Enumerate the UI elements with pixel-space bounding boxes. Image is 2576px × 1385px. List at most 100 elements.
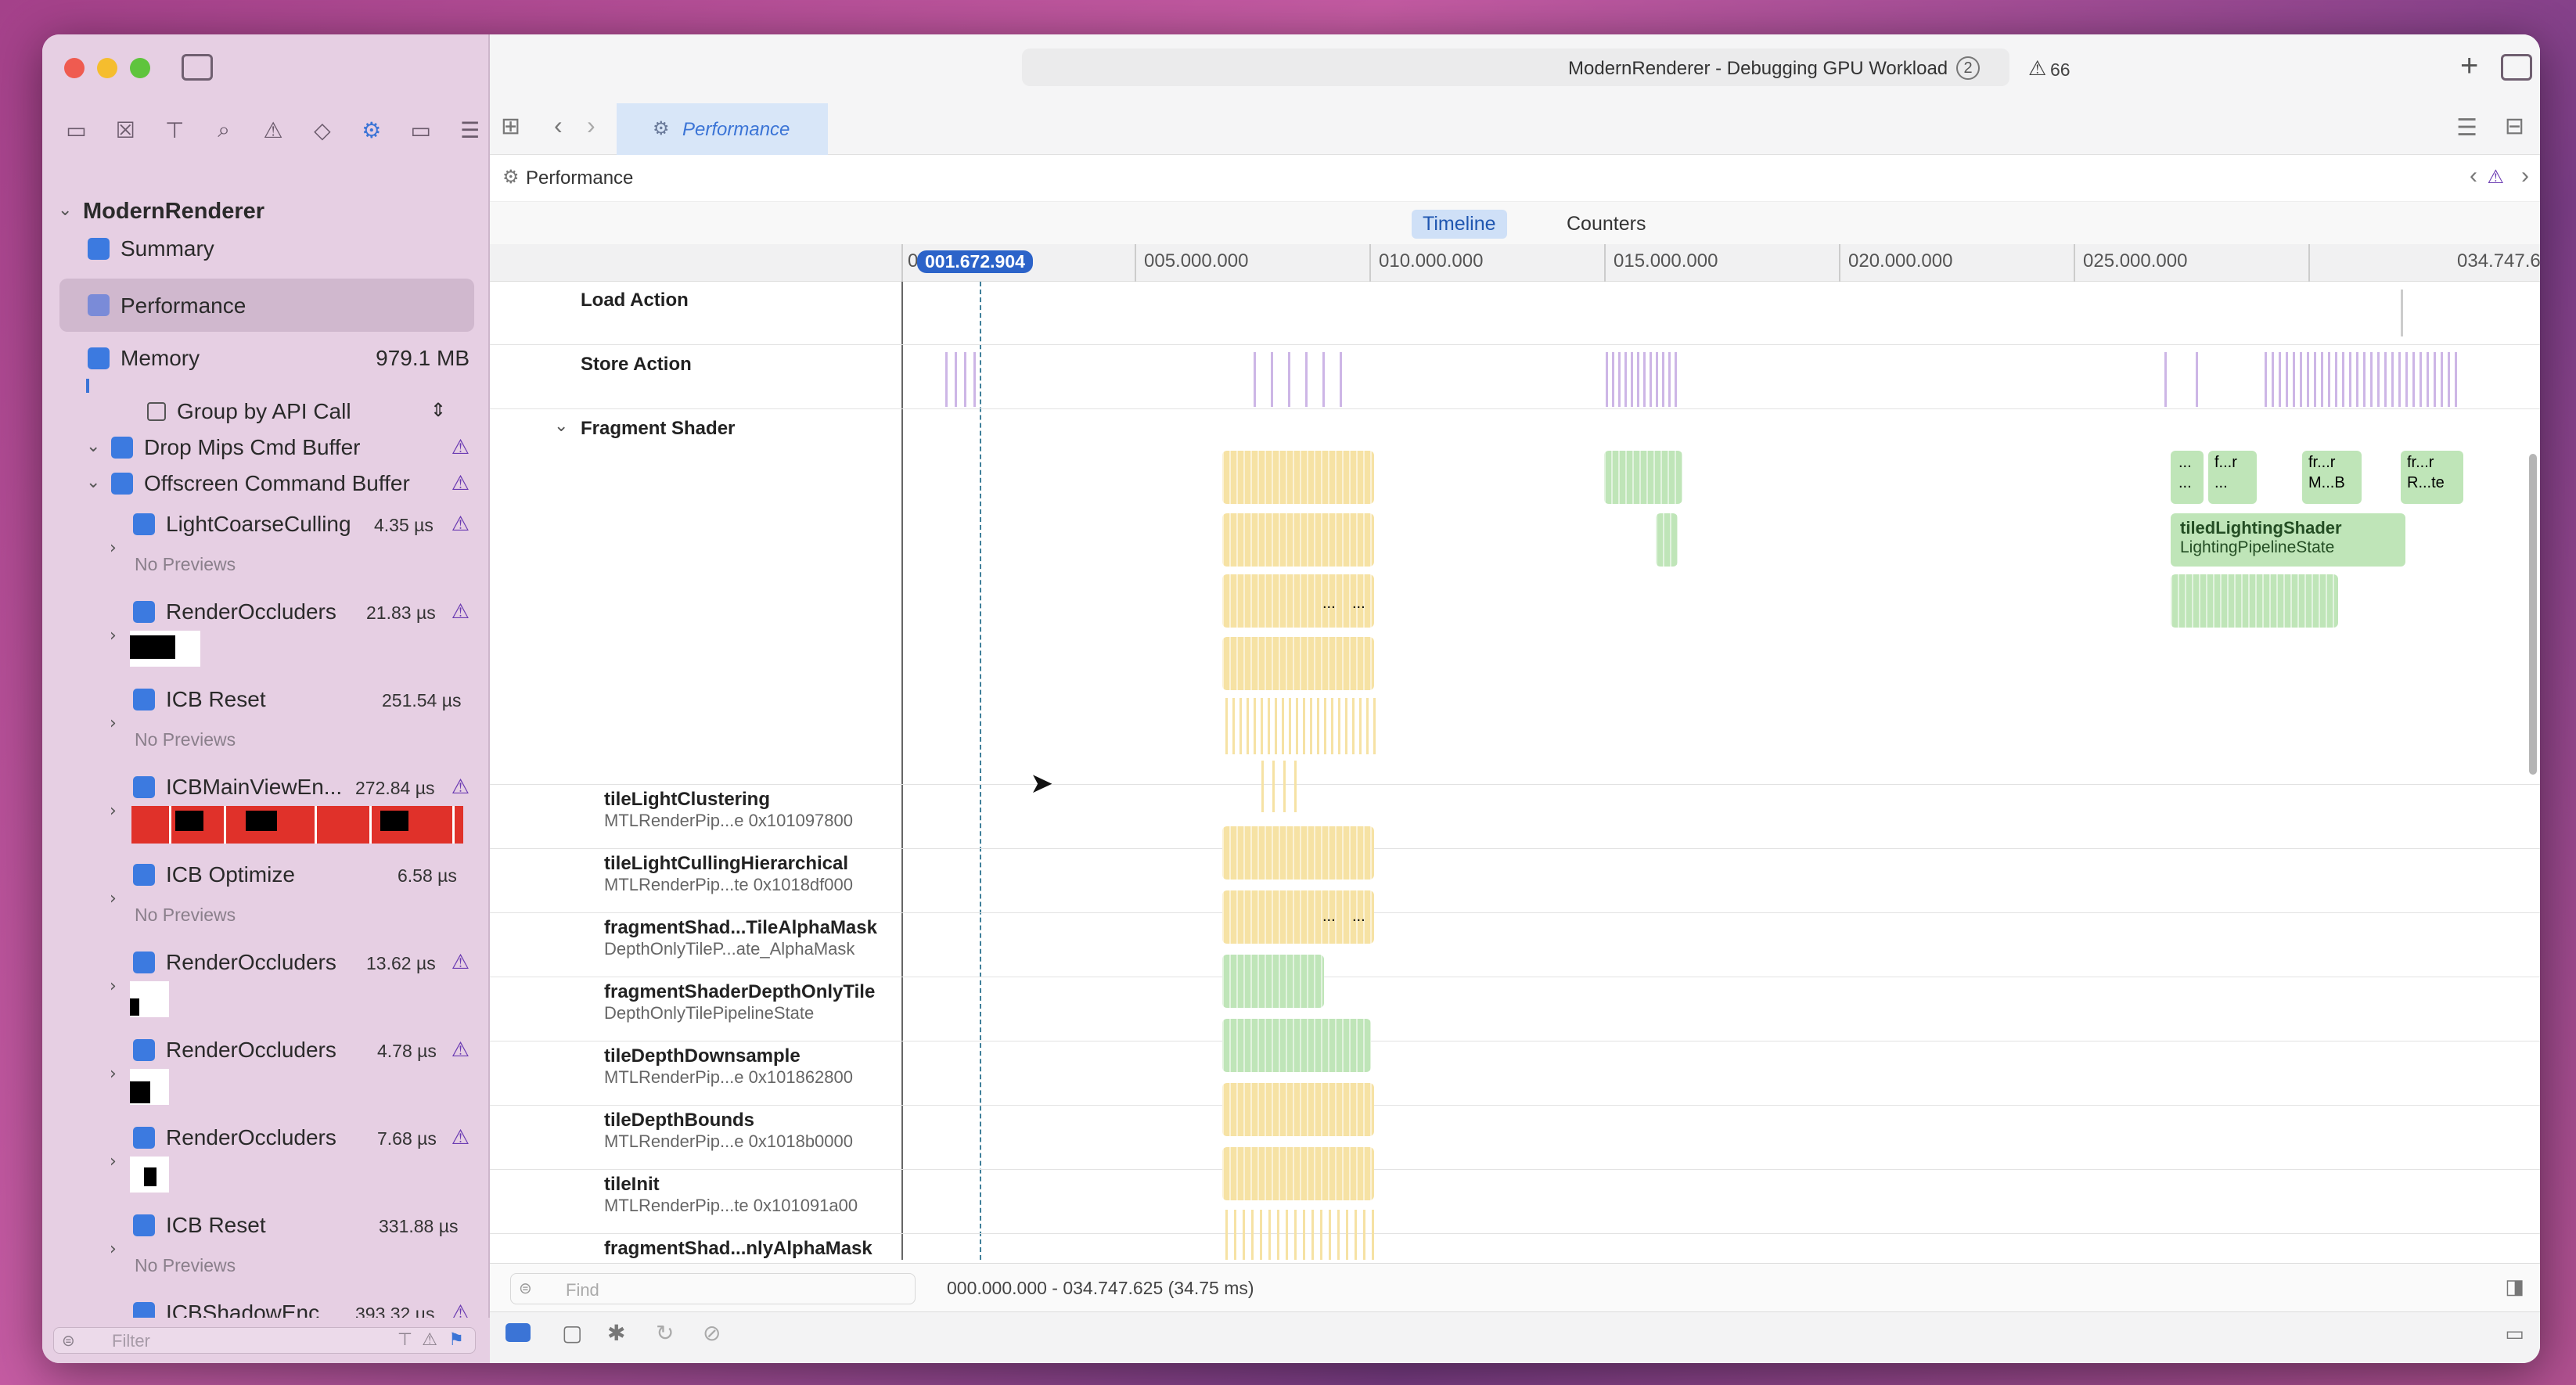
gpu-work-bar[interactable] — [1277, 1210, 1279, 1260]
gpu-work-bar[interactable] — [2349, 352, 2351, 407]
gpu-work-bar[interactable] — [945, 352, 948, 407]
gpu-work-bar[interactable] — [2427, 352, 2429, 407]
chevron-right-icon[interactable]: › — [110, 538, 117, 558]
chevron-right-icon[interactable]: › — [110, 1239, 117, 1259]
find-field[interactable]: ⊜ Find — [510, 1273, 916, 1304]
chevron-right-icon[interactable]: › — [110, 977, 117, 996]
chevron-right-icon[interactable]: › — [110, 714, 117, 733]
gpu-work-bar[interactable] — [1268, 698, 1270, 754]
gpu-work-bar[interactable] — [2342, 352, 2344, 407]
gpu-work-bar[interactable] — [2401, 290, 2403, 336]
playhead-line[interactable] — [980, 282, 981, 1260]
list-item[interactable]: ICB Reset 331.88 µs › No Previews — [42, 1213, 490, 1297]
gpu-work-bar[interactable] — [1222, 1083, 1374, 1136]
gpu-work-bar[interactable] — [1618, 352, 1621, 407]
gpu-work-bar[interactable] — [1303, 1210, 1305, 1260]
gpu-work-bar[interactable] — [2455, 352, 2457, 407]
gpu-work-bar[interactable] — [1271, 352, 1273, 407]
gpu-work-bar[interactable] — [1363, 1210, 1365, 1260]
encoder-chip[interactable]: fr...r M...B — [2302, 451, 2362, 504]
search-icon[interactable]: ⌕ — [204, 117, 244, 143]
minimize-window-button[interactable] — [97, 58, 117, 78]
chevron-down-icon[interactable]: ⌄ — [86, 437, 100, 456]
gpu-work-bar[interactable] — [1656, 352, 1658, 407]
zoom-window-button[interactable] — [130, 58, 150, 78]
gpu-work-bar[interactable] — [1294, 1210, 1297, 1260]
gpu-work-bar[interactable] — [1254, 352, 1256, 407]
gpu-work-bar[interactable] — [1606, 352, 1608, 407]
encoder-chip[interactable]: f...r ... — [2208, 451, 2257, 504]
bug-icon[interactable]: ✱ — [607, 1320, 625, 1346]
chevron-right-icon[interactable]: › — [110, 1064, 117, 1084]
gpu-work-bar[interactable] — [1355, 1210, 1357, 1260]
breakpoint-icon[interactable]: ▭ — [401, 117, 441, 143]
gpu-work-bar[interactable] — [1624, 352, 1627, 407]
encoder-chip[interactable]: fr...r R...te — [2401, 451, 2463, 504]
gpu-work-bar[interactable] — [1656, 513, 1678, 567]
list-item[interactable]: RenderOccluders 4.78 µs ⚠ › — [42, 1038, 490, 1122]
list-item[interactable]: ICB Optimize 6.58 µs › No Previews — [42, 862, 490, 947]
gpu-work-bar[interactable] — [1261, 698, 1263, 754]
gpu-work-bar[interactable] — [2441, 352, 2443, 407]
gpu-work-bar[interactable] — [1359, 698, 1362, 754]
timeline-segment[interactable]: Timeline — [1412, 210, 1507, 239]
gpu-work-bar[interactable] — [1222, 451, 1374, 504]
back-icon[interactable]: ‹ — [554, 111, 563, 140]
gpu-work-bar[interactable] — [2279, 352, 2281, 407]
timeline-tracks[interactable]: Load Action Store Action ⌄ Fragment Shad… — [490, 282, 2540, 1260]
gpu-work-bar[interactable] — [1243, 1210, 1245, 1260]
gpu-work-bar[interactable] — [1604, 451, 1682, 504]
flag-filter-icon[interactable]: ⚑ — [448, 1329, 464, 1350]
chevron-right-icon[interactable]: › — [110, 626, 117, 646]
gpu-work-bar[interactable] — [1251, 1210, 1254, 1260]
gpu-work-bar[interactable] — [1637, 352, 1639, 407]
gpu-work-bar[interactable] — [1268, 1210, 1271, 1260]
gpu-work-bar[interactable] — [1296, 698, 1298, 754]
gpu-work-bar[interactable] — [2307, 352, 2309, 407]
stop-icon[interactable]: ▢ — [562, 1320, 582, 1346]
filter-field[interactable]: ⊜ Filter ⊤ ⚠ ⚑ — [53, 1327, 476, 1354]
gpu-work-bar[interactable] — [2412, 352, 2415, 407]
warning-icon[interactable]: ⚠ — [254, 117, 293, 143]
breadcrumb[interactable]: Performance — [526, 167, 633, 189]
gpu-work-bar[interactable] — [1286, 1210, 1288, 1260]
drop-mips-row[interactable]: ⌄ Drop Mips Cmd Buffer ⚠ — [42, 435, 490, 463]
gpu-work-bar[interactable] — [1288, 352, 1290, 407]
playhead-label[interactable]: 001.672.904 — [917, 250, 1033, 273]
chevron-down-icon[interactable]: ⌄ — [86, 473, 100, 492]
preview-thumbnails[interactable] — [131, 806, 463, 844]
gpu-work-bar[interactable] — [1222, 890, 1374, 944]
gpu-work-bar[interactable] — [1232, 698, 1235, 754]
issue-badge[interactable]: 2 — [1956, 56, 1980, 80]
gpu-work-bar[interactable] — [2164, 352, 2167, 407]
lines-icon[interactable]: ☰ — [2456, 114, 2477, 142]
gpu-work-bar[interactable] — [964, 352, 966, 407]
gpu-work-bar[interactable] — [1372, 1210, 1374, 1260]
folder-icon[interactable]: ▭ — [56, 117, 96, 143]
gpu-work-bar[interactable] — [2293, 352, 2295, 407]
gpu-work-bar[interactable] — [1322, 352, 1325, 407]
gpu-work-bar[interactable] — [2356, 352, 2358, 407]
gpu-work-bar[interactable] — [1222, 1019, 1371, 1072]
gpu-work-bar[interactable] — [1320, 1210, 1322, 1260]
counters-segment[interactable]: Counters — [1567, 213, 1646, 236]
warning-icon[interactable]: ⚠ — [2028, 56, 2046, 81]
hierarchy-icon[interactable]: ⊤ — [155, 117, 195, 143]
forward-icon[interactable]: › — [587, 111, 595, 140]
preview-thumbnail[interactable] — [130, 631, 200, 667]
gpu-work-bar[interactable] — [2272, 352, 2274, 407]
gpu-work-bar[interactable] — [1337, 1210, 1340, 1260]
gpu-work-bar[interactable] — [1283, 761, 1286, 812]
list-item[interactable]: LightCoarseCulling 4.35 µs ⚠ › No Previe… — [42, 512, 490, 596]
gpu-work-bar[interactable] — [1303, 698, 1305, 754]
gpu-work-bar[interactable] — [2398, 352, 2401, 407]
chevron-down-icon[interactable]: ⌄ — [58, 200, 72, 220]
gpu-work-bar[interactable] — [1222, 513, 1374, 567]
gpu-work-bar[interactable] — [1352, 698, 1355, 754]
gpu-work-bar[interactable] — [1222, 1147, 1374, 1200]
encoder-chip[interactable]: ... ... — [2171, 451, 2204, 504]
gpu-work-bar[interactable] — [1234, 1210, 1236, 1260]
tab-performance[interactable]: ⚙ Performance — [617, 103, 828, 155]
gpu-work-bar[interactable] — [1222, 955, 1324, 1008]
gpu-work-bar[interactable] — [1222, 574, 1374, 628]
